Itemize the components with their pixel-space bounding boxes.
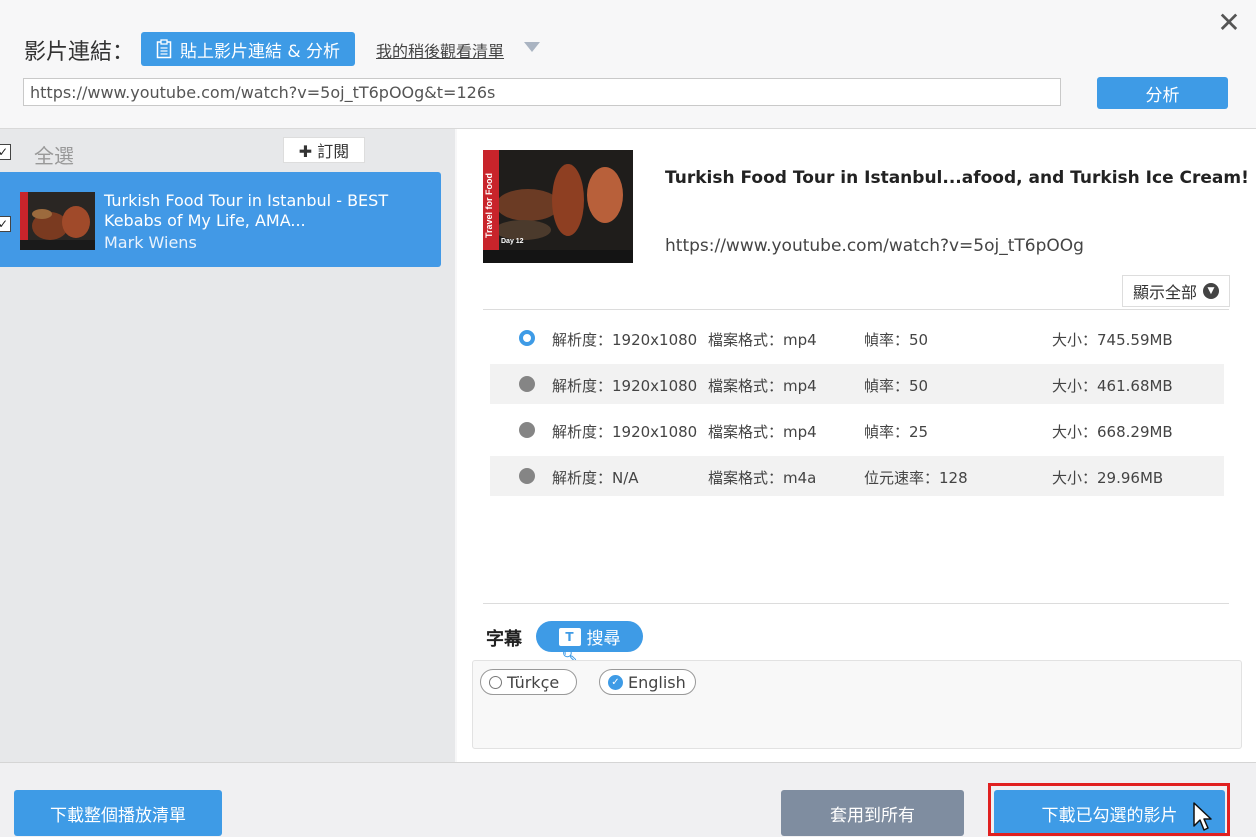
format-text: 檔案格式：mp4 [708,331,817,349]
analyze-button[interactable]: 分析 [1097,77,1228,109]
unchecked-radio-icon [489,675,502,689]
paste-button-label: 貼上影片連結 & 分析 [179,41,341,62]
thumbnail-day-text: Day 12 [501,238,524,245]
show-all-label: 顯示全部 [1132,283,1197,302]
video-link-label: 影片連結： [24,40,135,65]
format-row[interactable]: 解析度：1920x1080 檔案格式：mp4 幀率：25 大小：668.29MB [490,410,1224,450]
apply-to-all-button[interactable]: 套用到所有 [781,790,964,836]
format-text: 檔案格式：mp4 [708,377,817,395]
format-radio[interactable] [519,468,535,484]
select-all-label: 全選 [34,144,74,168]
format-row[interactable]: 解析度：1920x1080 檔案格式：mp4 幀率：50 大小：745.59MB [490,318,1224,358]
subtitle-option-english[interactable]: ✓ English [599,669,696,695]
item-checkbox[interactable]: ✓ [0,216,11,232]
rate-text: 位元速率：128 [864,469,968,487]
size-text: 大小：668.29MB [1052,423,1173,441]
divider [483,309,1229,310]
format-text: 檔案格式：m4a [708,469,817,487]
resolution-text: 解析度：1920x1080 [552,377,698,395]
search-button-label: 搜尋 [586,629,621,649]
video-url: https://www.youtube.com/watch?v=5oj_tT6p… [665,236,1084,256]
format-text: 檔案格式：mp4 [708,423,817,441]
subtitle-language-label: Türkçe [507,672,560,692]
divider [483,603,1229,604]
resolution-text: 解析度：1920x1080 [552,331,698,349]
chevron-down-icon: ▼ [1203,283,1219,299]
select-all-checkbox[interactable]: ✓ [0,144,11,160]
size-text: 大小：29.96MB [1052,469,1164,487]
video-url-input[interactable] [23,78,1061,106]
rate-text: 幀率：25 [864,423,929,441]
download-playlist-button[interactable]: 下載整個播放清單 [14,790,222,836]
rate-text: 幀率：50 [864,331,929,349]
paste-and-analyze-button[interactable]: 貼上影片連結 & 分析 [141,32,355,66]
mouse-cursor-icon [1193,802,1212,831]
subscribe-button[interactable]: ✚ 訂閱 [283,137,365,163]
video-title: Turkish Food Tour in Istanbul...afood, a… [665,168,1249,188]
check-icon: ✓ [608,674,623,690]
resolution-text: 解析度：N/A [552,469,639,487]
subtitle-option-turkce[interactable]: Türkçe [480,669,577,695]
format-row[interactable]: 解析度：1920x1080 檔案格式：mp4 幀率：50 大小：461.68MB [490,364,1224,404]
subtitle-search-button[interactable]: T🔍︎ 搜尋 [536,621,643,662]
subtitle-language-box [472,660,1242,749]
size-text: 大小：745.59MB [1052,331,1173,349]
chevron-down-icon[interactable] [524,42,540,52]
resolution-text: 解析度：1920x1080 [552,423,698,441]
watch-later-link[interactable]: 我的稍後觀看清單 [376,38,504,62]
format-row[interactable]: 解析度：N/A 檔案格式：m4a 位元速率：128 大小：29.96MB [490,456,1224,496]
format-radio[interactable] [519,330,535,346]
close-icon[interactable]: ✕ [1214,8,1244,38]
clipboard-icon [156,39,172,59]
size-text: 大小：461.68MB [1052,377,1173,395]
item-title: Turkish Food Tour in Istanbul - BEST Keb… [104,191,389,230]
detail-thumbnail: Travel for Food Day 12 [483,150,633,263]
item-author: Mark Wiens [104,233,197,252]
subtitle-search-icon: T🔍︎ [558,627,581,662]
format-radio[interactable] [519,422,535,438]
format-radio[interactable] [519,376,535,392]
rate-text: 幀率：50 [864,377,929,395]
show-all-button[interactable]: 顯示全部 ▼ [1122,275,1230,307]
subtitle-language-label: English [628,672,686,692]
subtitles-label: 字幕 [486,629,522,650]
video-thumbnail [20,192,95,250]
thumbnail-side-text: Travel for Food [484,172,494,238]
